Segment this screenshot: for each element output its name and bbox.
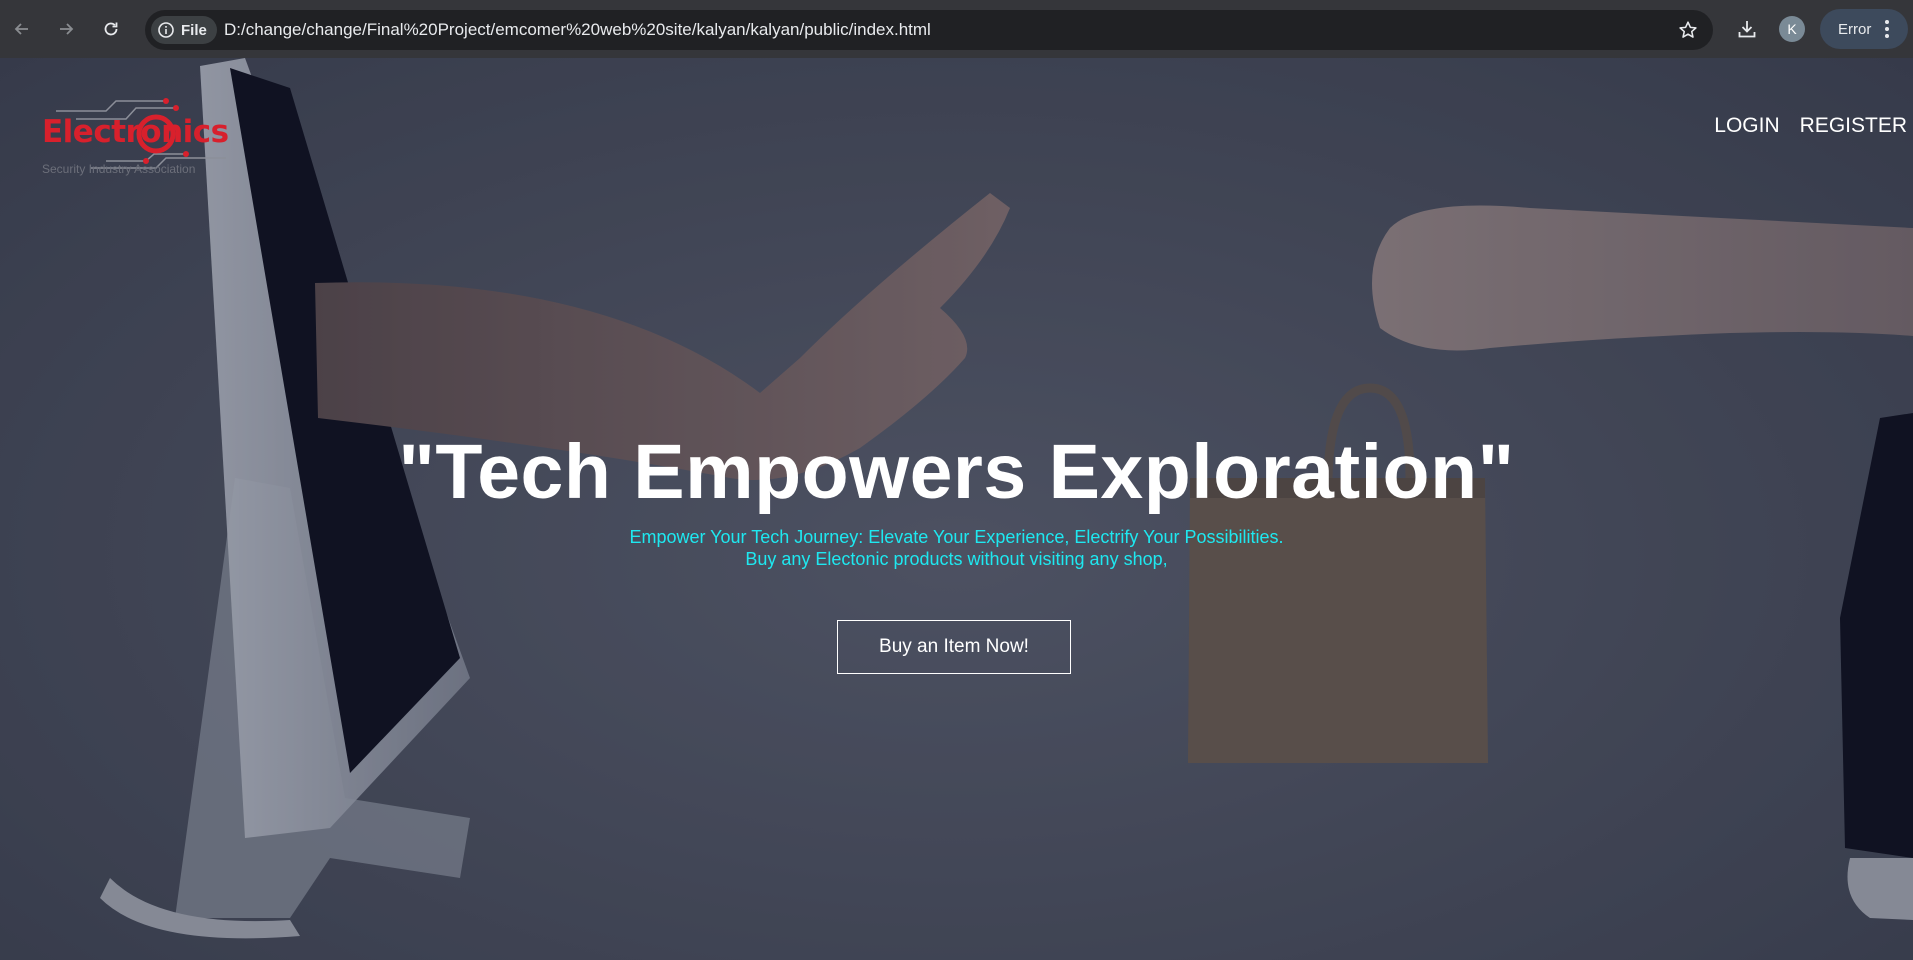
star-icon[interactable] [1677,19,1699,41]
error-label: Error [1838,20,1872,38]
reload-icon [104,22,118,36]
forward-button[interactable] [51,14,81,44]
site-logo[interactable]: Electronics Security Industry Associatio… [36,86,236,186]
site-info-label: File [181,21,207,39]
hero-headline: "Tech Empowers Exploration" [398,429,1515,515]
top-nav: LOGIN REGISTER [1714,114,1907,138]
site-info-chip[interactable]: File [151,16,217,44]
arrow-right-icon [60,23,74,35]
logo-subtitle: Security Industry Association [42,162,196,176]
error-menu-button[interactable]: Error [1820,9,1908,49]
address-bar[interactable]: File D:/change/change/Final%20Project/em… [145,10,1713,50]
hero-section: Electronics Security Industry Associatio… [0,58,1913,960]
url-text[interactable]: D:/change/change/Final%20Project/emcomer… [224,20,931,40]
hero-subtitle-line-2: Buy any Electonic products without visit… [745,549,1168,569]
arrow-left-icon [14,23,28,35]
buy-item-button[interactable]: Buy an Item Now! [837,620,1071,674]
hero-subtitle-line-1: Empower Your Tech Journey: Elevate Your … [629,527,1284,547]
reload-button[interactable] [96,14,126,44]
login-link[interactable]: LOGIN [1714,114,1779,138]
logo-text: Electronics [42,114,229,150]
back-button[interactable] [7,14,37,44]
register-link[interactable]: REGISTER [1800,114,1907,138]
browser-toolbar: File D:/change/change/Final%20Project/em… [0,0,1913,58]
profile-avatar[interactable]: K [1779,16,1805,42]
download-icon [1738,21,1756,38]
kebab-menu-icon [1885,20,1890,38]
info-icon [158,22,174,38]
downloads-button[interactable] [1733,15,1761,43]
